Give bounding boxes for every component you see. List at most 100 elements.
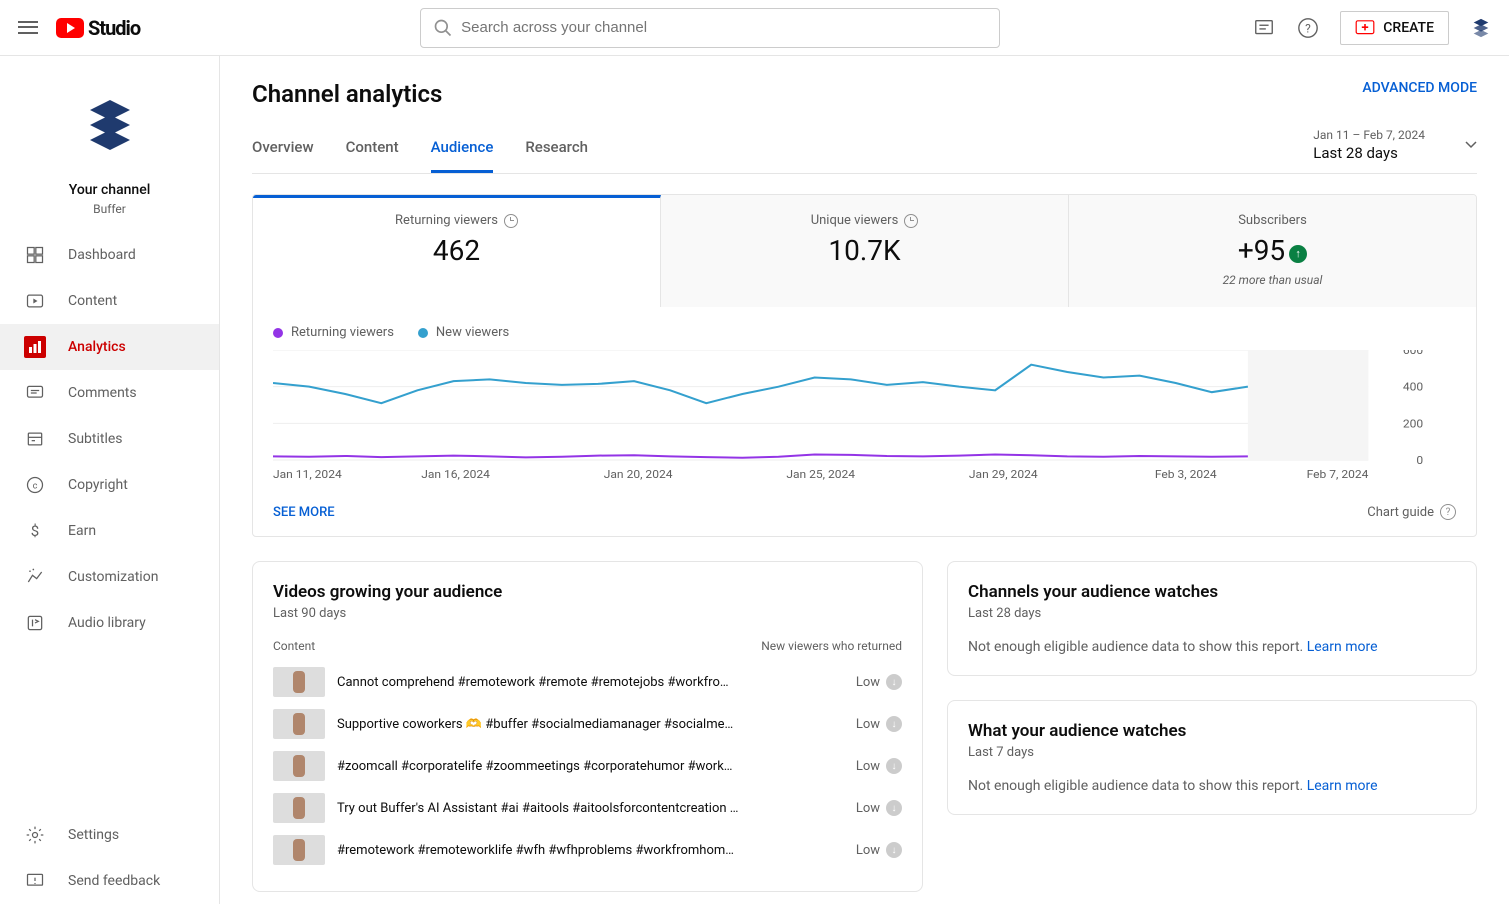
card-title: What your audience watches: [968, 721, 1456, 741]
legend-item: New viewers: [418, 325, 509, 340]
svg-text:Feb 7, 2024: Feb 7, 2024: [1307, 468, 1369, 480]
account-icon[interactable]: [1469, 16, 1493, 40]
video-thumbnail: [273, 793, 325, 823]
video-row[interactable]: Cannot comprehend #remotework #remote #r…: [273, 661, 902, 703]
video-title: #zoomcall #corporatelife #zoommeetings #…: [337, 759, 844, 774]
video-thumbnail: [273, 667, 325, 697]
create-button[interactable]: CREATE: [1340, 11, 1449, 45]
tab-overview[interactable]: Overview: [252, 124, 314, 173]
main-content: Channel analytics ADVANCED MODE Overview…: [220, 56, 1509, 904]
video-stat: Low ↓: [856, 674, 902, 690]
help-icon[interactable]: ?: [1296, 16, 1320, 40]
legend-dot-icon: [273, 328, 283, 338]
metric-tab-subscribers[interactable]: Subscribers+95↑22 more than usual: [1069, 195, 1476, 307]
col-content: Content: [273, 639, 315, 653]
learn-more-link[interactable]: Learn more: [1307, 778, 1378, 794]
subtitles-icon: [24, 428, 46, 450]
channel-avatar[interactable]: [65, 80, 155, 170]
video-thumbnail: [273, 835, 325, 865]
sidebar-item-audio-library[interactable]: Audio library: [0, 600, 219, 646]
svg-text:Feb 3, 2024: Feb 3, 2024: [1155, 468, 1217, 480]
audio library-icon: [24, 612, 46, 634]
svg-text:400: 400: [1403, 380, 1423, 393]
down-arrow-icon: ↓: [886, 842, 902, 858]
chevron-down-icon: [1465, 141, 1477, 149]
tab-content[interactable]: Content: [346, 124, 399, 173]
search-input[interactable]: [461, 19, 987, 36]
card-text: Not enough eligible audience data to sho…: [968, 639, 1303, 655]
svg-text:200: 200: [1403, 417, 1423, 430]
sidebar-item-settings[interactable]: Settings: [0, 812, 219, 858]
studio-logo[interactable]: Studio: [56, 16, 140, 40]
metric-tab-unique-viewers[interactable]: Unique viewers10.7K: [661, 195, 1069, 307]
svg-text:600: 600: [1403, 350, 1423, 357]
channel-label: Your channel: [0, 182, 219, 198]
search-box[interactable]: [420, 8, 1000, 48]
sidebar: Your channel Buffer DashboardContentAnal…: [0, 56, 220, 904]
video-row[interactable]: Try out Buffer's AI Assistant #ai #aitoo…: [273, 787, 902, 829]
advanced-mode-link[interactable]: ADVANCED MODE: [1362, 80, 1477, 96]
sidebar-item-copyright[interactable]: cCopyright: [0, 462, 219, 508]
video-stat: Low ↓: [856, 758, 902, 774]
sidebar-item-earn[interactable]: $Earn: [0, 508, 219, 554]
audience-watches-card: What your audience watches Last 7 days N…: [947, 700, 1477, 815]
card-subtitle: Last 90 days: [273, 606, 902, 621]
logo-text: Studio: [88, 16, 140, 40]
date-preset-label: Last 28 days: [1313, 144, 1425, 162]
channel-name: Buffer: [0, 202, 219, 216]
help-circle-icon: ?: [1440, 504, 1456, 520]
chart-guide[interactable]: Chart guide ?: [1367, 504, 1456, 520]
card-subtitle: Last 7 days: [968, 745, 1456, 760]
sidebar-item-content[interactable]: Content: [0, 278, 219, 324]
see-more-link[interactable]: SEE MORE: [273, 505, 335, 520]
create-plus-icon: [1355, 20, 1375, 36]
legend-item: Returning viewers: [273, 325, 394, 340]
sidebar-item-send-feedback[interactable]: Send feedback: [0, 858, 219, 904]
date-range-picker[interactable]: Jan 11 – Feb 7, 2024 Last 28 days: [1313, 128, 1477, 170]
chat-icon[interactable]: [1252, 16, 1276, 40]
search-icon: [433, 18, 453, 38]
svg-text:?: ?: [1305, 21, 1311, 35]
video-row[interactable]: Supportive coworkers 🫶 #buffer #socialme…: [273, 703, 902, 745]
video-title: Cannot comprehend #remotework #remote #r…: [337, 675, 844, 690]
card-subtitle: Last 28 days: [968, 606, 1456, 621]
video-stat: Low ↓: [856, 842, 902, 858]
date-range-text: Jan 11 – Feb 7, 2024: [1313, 128, 1425, 142]
sidebar-item-customization[interactable]: Customization: [0, 554, 219, 600]
svg-text:0: 0: [1416, 454, 1423, 467]
viewers-chart: 0200400600Jan 11, 2024Jan 16, 2024Jan 20…: [273, 350, 1456, 480]
page-title: Channel analytics: [252, 80, 442, 108]
up-arrow-icon: ↑: [1289, 245, 1307, 263]
legend-dot-icon: [418, 328, 428, 338]
video-title: #remotework #remoteworklife #wfh #wfhpro…: [337, 843, 844, 858]
menu-icon[interactable]: [16, 16, 40, 40]
tab-research[interactable]: Research: [525, 124, 588, 173]
app-header: Studio ? CREATE: [0, 0, 1509, 56]
customization-icon: [24, 566, 46, 588]
down-arrow-icon: ↓: [886, 800, 902, 816]
sidebar-item-comments[interactable]: Comments: [0, 370, 219, 416]
metric-tab-returning-viewers[interactable]: Returning viewers462: [253, 195, 661, 307]
svg-text:Jan 11, 2024: Jan 11, 2024: [273, 468, 342, 480]
channels-watches-card: Channels your audience watches Last 28 d…: [947, 561, 1477, 676]
svg-text:Jan 29, 2024: Jan 29, 2024: [969, 468, 1038, 480]
sidebar-item-subtitles[interactable]: Subtitles: [0, 416, 219, 462]
down-arrow-icon: ↓: [886, 758, 902, 774]
down-arrow-icon: ↓: [886, 674, 902, 690]
card-title: Videos growing your audience: [273, 582, 902, 602]
channel-header: Your channel Buffer: [0, 56, 219, 232]
card-title: Channels your audience watches: [968, 582, 1456, 602]
video-title: Try out Buffer's AI Assistant #ai #aitoo…: [337, 801, 844, 816]
video-title: Supportive coworkers 🫶 #buffer #socialme…: [337, 717, 844, 732]
comments-icon: [24, 382, 46, 404]
sidebar-item-dashboard[interactable]: Dashboard: [0, 232, 219, 278]
video-row[interactable]: #remotework #remoteworklife #wfh #wfhpro…: [273, 829, 902, 871]
video-row[interactable]: #zoomcall #corporatelife #zoommeetings #…: [273, 745, 902, 787]
clock-icon: [504, 214, 518, 228]
card-text: Not enough eligible audience data to sho…: [968, 778, 1303, 794]
tab-audience[interactable]: Audience: [431, 124, 494, 173]
learn-more-link[interactable]: Learn more: [1307, 639, 1378, 655]
video-stat: Low ↓: [856, 716, 902, 732]
svg-text:$: $: [31, 522, 39, 540]
sidebar-item-analytics[interactable]: Analytics: [0, 324, 219, 370]
